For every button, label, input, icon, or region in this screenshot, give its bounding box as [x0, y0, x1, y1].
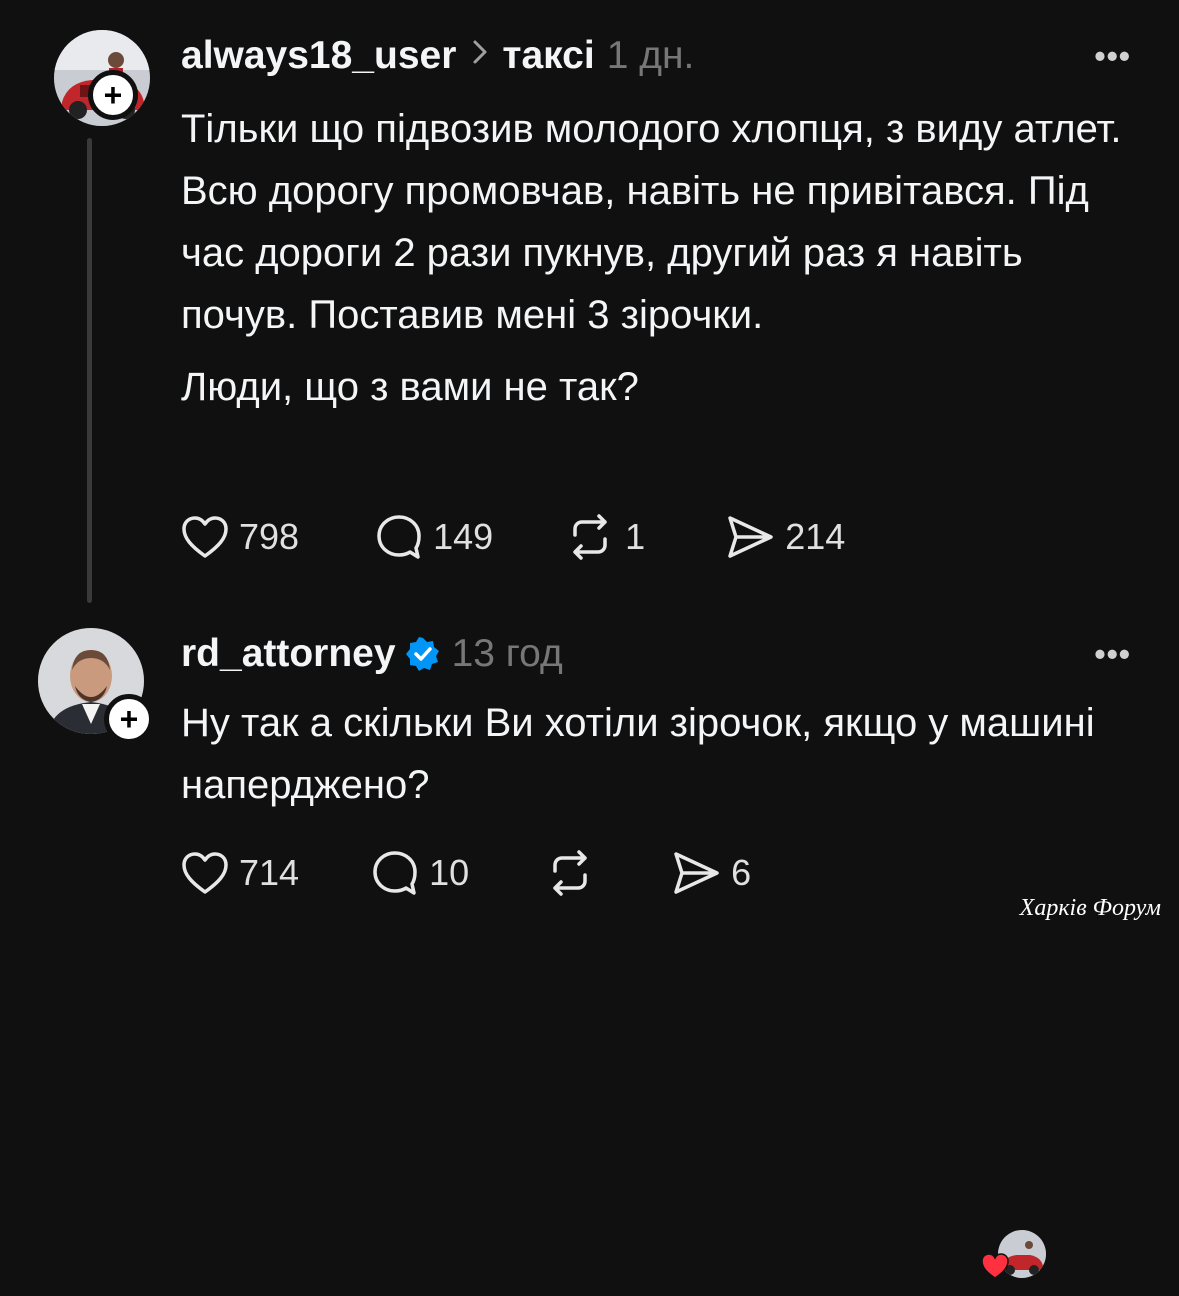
like-button[interactable]: 798	[181, 515, 299, 559]
heart-filled-icon	[980, 1252, 1010, 1285]
reply-text: Ну так а скільки Ви хотіли зірочок, якщо…	[181, 701, 1095, 807]
heart-outline-icon	[181, 851, 229, 895]
more-dots-icon[interactable]: •••	[1094, 38, 1131, 75]
heart-outline-icon	[181, 515, 229, 559]
reply-body: Ну так а скільки Ви хотіли зірочок, якщо…	[181, 692, 1141, 816]
reply-time: 13 год	[451, 632, 563, 675]
liked-by-author-indicator	[980, 1230, 1046, 1296]
repost-arrows-icon	[565, 513, 615, 561]
post-username[interactable]: always18_user	[181, 34, 456, 78]
post-body: Тільки що підвозив молодого хлопця, з ви…	[181, 98, 1141, 418]
like-count: 714	[239, 852, 300, 893]
reply-header: rd_attorney 13 год	[181, 630, 563, 678]
thread-line	[87, 138, 92, 603]
plus-icon: +	[119, 701, 139, 737]
post-topic-tag[interactable]: таксі	[502, 34, 594, 78]
comment-count: 10	[429, 852, 470, 893]
watermark: Харків Форум	[1019, 895, 1161, 921]
follow-button[interactable]: +	[104, 694, 154, 744]
like-button[interactable]: 714	[181, 851, 299, 895]
repost-button[interactable]: 1	[565, 513, 645, 561]
reply-post: + rd_attorney 13 год ••• Ну так а скільк…	[0, 610, 1179, 1279]
share-count: 214	[785, 516, 846, 557]
post-text-paragraph-1: Тільки що підвозив молодого хлопця, з ви…	[181, 107, 1122, 337]
post-time: 1 дн.	[606, 34, 695, 77]
like-count: 798	[239, 516, 300, 557]
speech-bubble-icon	[375, 513, 423, 561]
post-actions: 798 149 1 214	[181, 512, 845, 562]
comment-button[interactable]: 10	[371, 849, 469, 897]
original-post: + always18_user таксі 1 дн. ••• Тільки щ…	[0, 0, 1179, 610]
chevron-right-icon	[472, 39, 488, 73]
speech-bubble-icon	[371, 849, 419, 897]
repost-arrows-icon	[545, 849, 595, 897]
repost-button[interactable]	[545, 849, 605, 897]
reply-actions: 714 10 6	[181, 848, 751, 898]
comment-count: 149	[433, 516, 494, 557]
repost-count: 1	[625, 516, 646, 557]
paper-plane-icon	[725, 513, 775, 561]
post-header: always18_user таксі 1 дн.	[181, 32, 694, 80]
share-count: 6	[731, 852, 752, 893]
plus-icon: +	[103, 77, 123, 113]
post-text-paragraph-2: Люди, що з вами не так?	[181, 365, 639, 409]
paper-plane-icon	[671, 849, 721, 897]
comment-button[interactable]: 149	[375, 513, 493, 561]
more-dots-icon[interactable]: •••	[1094, 636, 1131, 673]
verified-badge-icon	[405, 637, 440, 671]
follow-button[interactable]: +	[88, 70, 138, 120]
share-button[interactable]: 214	[725, 513, 845, 561]
share-button[interactable]: 6	[671, 849, 751, 897]
reply-username[interactable]: rd_attorney	[181, 632, 396, 676]
